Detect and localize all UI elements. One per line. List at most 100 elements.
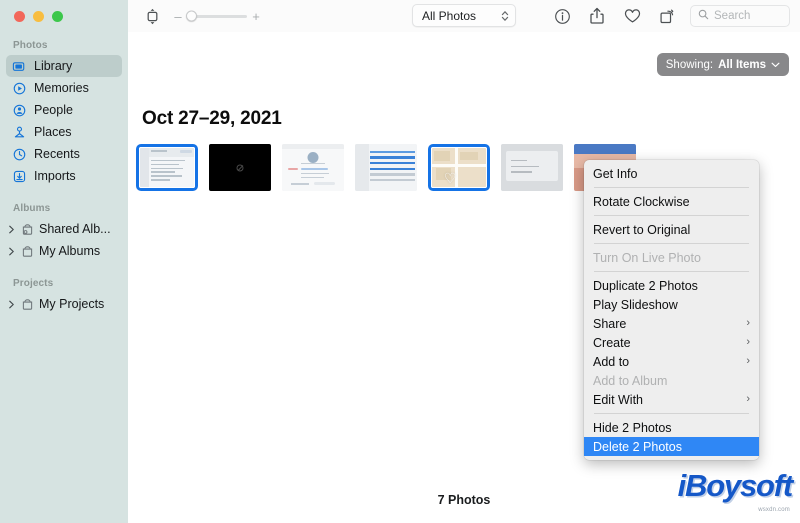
photos-app-window: Photos Library Memories People Places Re…	[0, 0, 800, 523]
menu-item-get-info[interactable]: Get Info	[584, 164, 759, 183]
photo-thumbnail-6[interactable]	[501, 144, 563, 191]
menu-item-duplicate-2-photos[interactable]: Duplicate 2 Photos	[584, 276, 759, 295]
sidebar-item-label: People	[34, 103, 73, 117]
thumbnail-image	[209, 144, 271, 191]
sidebar-item-label: Library	[34, 59, 73, 73]
zoom-in-label[interactable]: +	[252, 10, 260, 23]
sidebar-item-recents[interactable]: Recents	[6, 143, 122, 165]
sidebar-item-places[interactable]: Places	[6, 121, 122, 143]
info-icon[interactable]	[550, 5, 574, 27]
close-button[interactable]	[14, 11, 25, 22]
content-area: Showing: All Items Oct 27–29, 2021 ♡ 7 P…	[128, 32, 800, 523]
window-traffic-lights	[0, 0, 128, 22]
menu-separator	[594, 243, 749, 244]
sidebar-item-people[interactable]: People	[6, 99, 122, 121]
album-icon	[20, 244, 35, 259]
photo-thumbnail-2[interactable]	[209, 144, 271, 191]
showing-label-value: All Items	[718, 58, 766, 71]
sidebar-section-title-projects: Projects	[13, 278, 54, 289]
watermark-url: wsxdn.com	[758, 507, 790, 513]
library-icon	[12, 59, 27, 74]
minimize-button[interactable]	[33, 11, 44, 22]
sidebar-section-albums: Albums Shared Alb... My Albums	[0, 203, 128, 262]
sidebar-item-shared-albums[interactable]: Shared Alb...	[6, 218, 122, 240]
menu-item-label: Add to Album	[593, 373, 668, 388]
view-popup-container: All Photos	[412, 4, 516, 27]
sidebar-item-label: My Albums	[39, 244, 101, 258]
favorite-icon[interactable]	[620, 5, 644, 27]
expand-collapse-icon[interactable]	[140, 5, 164, 27]
watermark-logo: iBoysoft	[677, 468, 794, 503]
menu-item-turn-on-live-photo: Turn On Live Photo	[584, 248, 759, 267]
photo-thumbnail-4[interactable]	[355, 144, 417, 191]
chevron-right-icon[interactable]	[7, 223, 16, 235]
sidebar: Photos Library Memories People Places Re…	[0, 0, 128, 523]
menu-item-label: Delete 2 Photos	[593, 439, 682, 454]
menu-separator	[594, 413, 749, 414]
thumbnail-image	[282, 144, 344, 191]
sidebar-section-projects: Projects My Projects	[0, 278, 128, 315]
photo-thumbnail-1[interactable]	[136, 144, 198, 191]
menu-item-rotate-clockwise[interactable]: Rotate Clockwise	[584, 192, 759, 211]
zoom-out-label[interactable]: –	[174, 10, 182, 23]
imports-icon	[12, 169, 27, 184]
menu-item-label: Create	[593, 335, 631, 350]
search-icon	[698, 7, 709, 25]
submenu-arrow-icon: ›	[746, 393, 750, 405]
main-area: – + All Photos Search Showing: All Items…	[128, 0, 800, 523]
people-icon	[12, 103, 27, 118]
toolbar: – + All Photos Search	[128, 0, 800, 32]
sidebar-item-my-projects[interactable]: My Projects	[6, 293, 122, 315]
sidebar-item-my-albums[interactable]: My Albums	[6, 240, 122, 262]
thumbnail-image	[140, 148, 194, 187]
date-heading: Oct 27–29, 2021	[142, 108, 282, 129]
places-icon	[12, 125, 27, 140]
sidebar-item-label: Places	[34, 125, 72, 139]
sidebar-item-library[interactable]: Library	[6, 55, 122, 77]
photo-thumbnail-3[interactable]	[282, 144, 344, 191]
toolbar-right-group: Search	[550, 5, 790, 27]
view-popup-label: All Photos	[422, 8, 477, 23]
chevron-down-icon	[771, 59, 780, 71]
sidebar-item-label: Recents	[34, 147, 80, 161]
photo-thumbnail-5[interactable]: ♡	[428, 144, 490, 191]
search-input[interactable]: Search	[690, 5, 790, 27]
zoom-slider-knob[interactable]	[186, 10, 197, 22]
share-icon[interactable]	[585, 5, 609, 27]
menu-item-label: Hide 2 Photos	[593, 420, 672, 435]
sidebar-item-label: Shared Alb...	[39, 222, 111, 236]
menu-item-edit-with[interactable]: Edit With ›	[584, 390, 759, 409]
menu-item-label: Revert to Original	[593, 222, 691, 237]
rotate-icon[interactable]	[655, 5, 679, 27]
sidebar-section-title-photos: Photos	[13, 40, 48, 51]
zoom-slider-track[interactable]	[186, 10, 247, 22]
context-menu: Get Info Rotate Clockwise Revert to Origin…	[584, 160, 759, 460]
thumbnail-image	[501, 144, 563, 191]
menu-item-play-slideshow[interactable]: Play Slideshow	[584, 295, 759, 314]
thumbnail-image	[355, 144, 417, 191]
menu-item-label: Add to	[593, 354, 630, 369]
memories-icon	[12, 81, 27, 96]
menu-item-create[interactable]: Create ›	[584, 333, 759, 352]
menu-item-hide-2-photos[interactable]: Hide 2 Photos	[584, 418, 759, 437]
favorite-badge-icon: ♡	[443, 169, 457, 186]
chevron-right-icon[interactable]	[7, 298, 16, 310]
zoom-slider[interactable]: – +	[174, 10, 260, 23]
showing-filter-button[interactable]: Showing: All Items	[656, 53, 789, 76]
view-popup-button[interactable]: All Photos	[412, 4, 516, 27]
menu-item-label: Edit With	[593, 392, 644, 407]
menu-item-revert-to-original[interactable]: Revert to Original	[584, 220, 759, 239]
thumbnail-image: ♡	[432, 148, 486, 187]
showing-label-lead: Showing:	[665, 58, 714, 71]
sidebar-item-imports[interactable]: Imports	[6, 165, 122, 187]
zoom-button[interactable]	[52, 11, 63, 22]
menu-item-share[interactable]: Share ›	[584, 314, 759, 333]
sidebar-item-label: Memories	[34, 81, 89, 95]
menu-item-label: Get Info	[593, 166, 638, 181]
menu-item-delete-2-photos[interactable]: Delete 2 Photos	[584, 437, 759, 456]
menu-item-add-to[interactable]: Add to ›	[584, 352, 759, 371]
menu-item-label: Share	[593, 316, 627, 331]
sidebar-section-photos: Photos Library Memories People Places Re…	[0, 40, 128, 187]
sidebar-item-memories[interactable]: Memories	[6, 77, 122, 99]
chevron-right-icon[interactable]	[7, 245, 16, 257]
